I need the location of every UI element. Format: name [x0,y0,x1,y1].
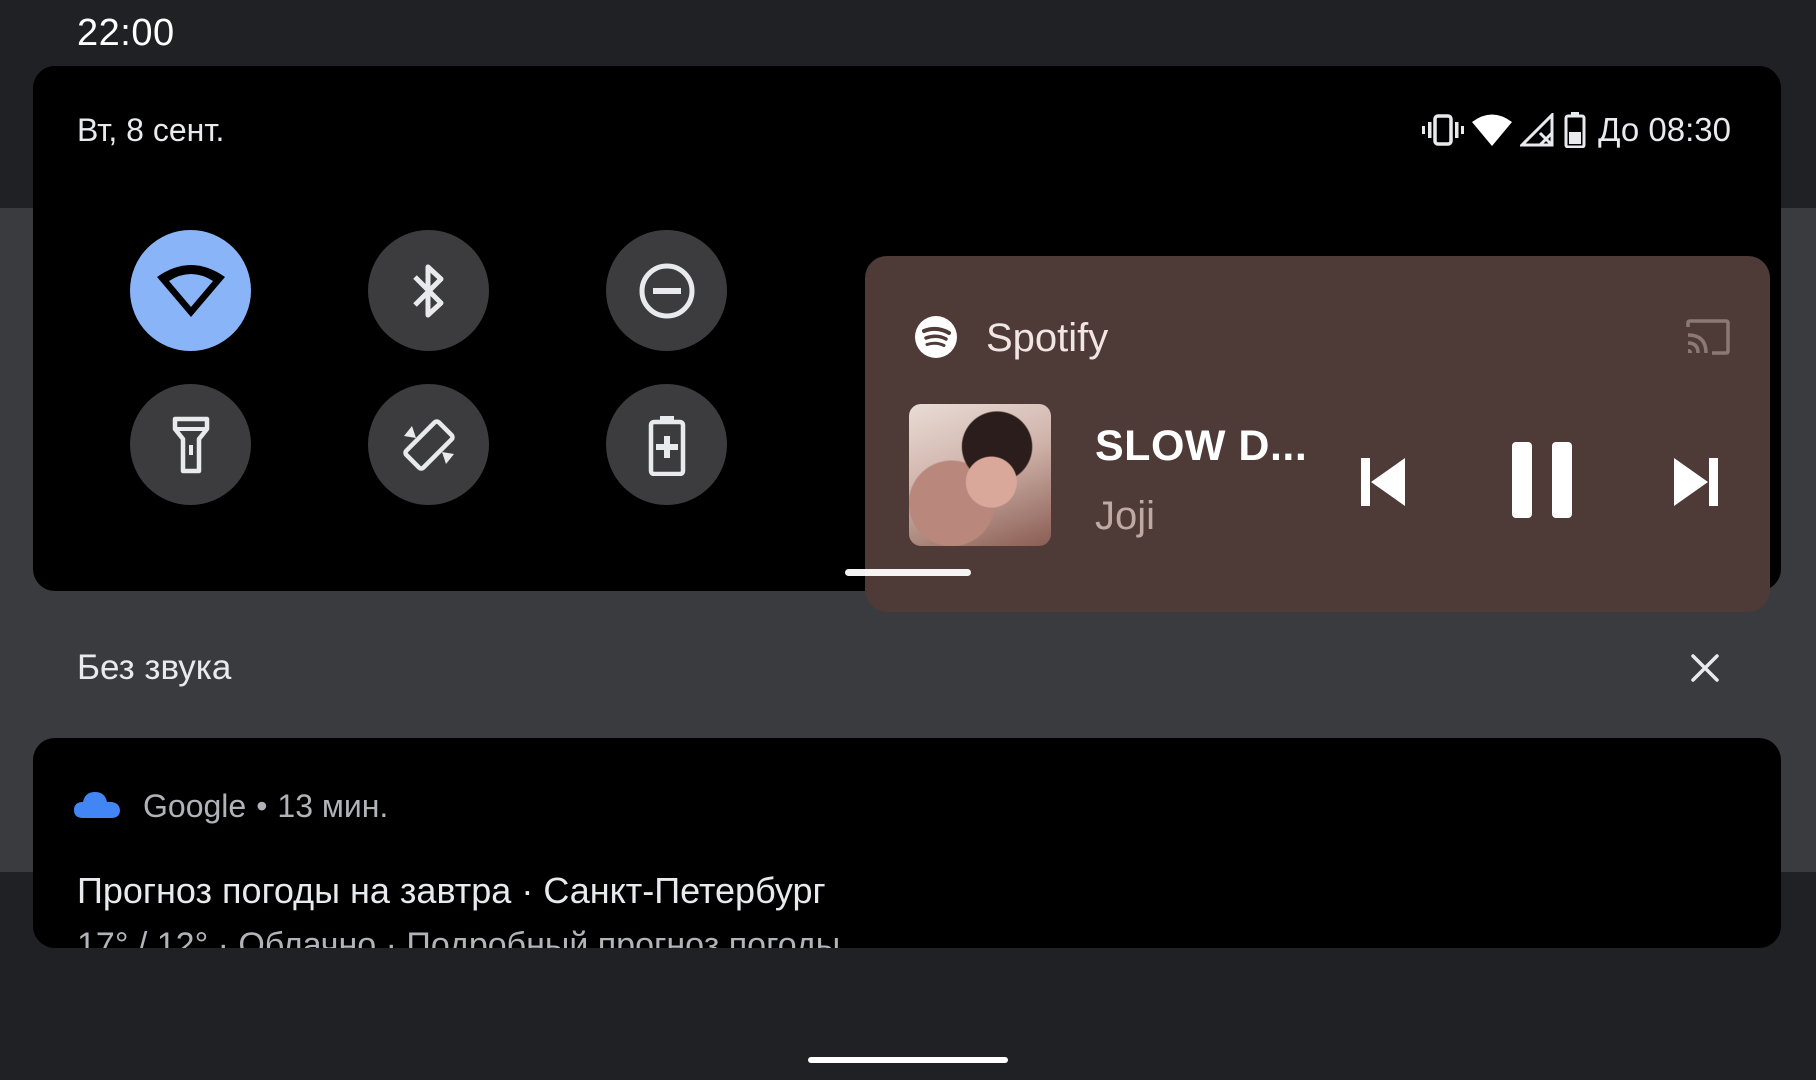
previous-icon [1361,458,1407,512]
album-art [909,404,1051,546]
gesture-navigation-bar[interactable] [808,1057,1008,1063]
bluetooth-tile[interactable] [368,230,489,351]
qs-drag-handle[interactable] [845,569,971,576]
wifi-icon [1472,113,1513,147]
close-icon [1690,654,1720,687]
quick-settings-panel: Вт, 8 сент. До 08:30 Spotify SLOW D... J… [33,66,1781,612]
alarm-until-label: До 08:30 [1598,111,1731,148]
wifi-icon [155,263,227,319]
pause-icon [1512,442,1572,522]
bluetooth-icon [409,261,449,321]
do-not-disturb-tile[interactable] [606,230,727,351]
clear-all-button[interactable] [1690,653,1720,688]
media-app-name: Spotify [986,316,1109,360]
notification-header: Google • 13 мин. [143,788,388,825]
notification-app-name: Google [143,788,247,824]
cloud-icon [73,790,121,825]
track-title: SLOW D... [1095,422,1308,470]
track-artist: Joji [1095,494,1156,538]
notification-title: Прогноз погоды на завтра · Санкт-Петербу… [77,870,826,911]
cellular-no-signal-icon [1520,113,1556,147]
auto-rotate-tile[interactable] [368,384,489,505]
cast-icon[interactable] [1686,319,1730,360]
status-icons: До 08:30 [1422,106,1731,154]
weather-notification[interactable]: Google • 13 мин. Прогноз погоды на завтр… [33,738,1781,948]
vibrate-icon [1422,113,1465,147]
pause-button[interactable] [1512,442,1572,523]
notification-time: 13 мин. [277,788,389,824]
battery-saver-icon [647,414,687,476]
silent-section-header: Без звука [77,648,232,687]
do-not-disturb-icon [638,262,696,320]
flashlight-tile[interactable] [130,384,251,505]
next-button[interactable] [1672,456,1718,513]
flashlight-icon [171,415,211,475]
notification-body: 17° / 12° · Облачно · Подробный прогноз … [77,926,841,948]
auto-rotate-icon [398,414,460,476]
spotify-icon [915,316,957,363]
battery-saver-tile[interactable] [606,384,727,505]
qs-date[interactable]: Вт, 8 сент. [77,112,224,149]
next-icon [1672,458,1718,512]
battery-icon [1564,112,1586,148]
status-bar-clock: 22:00 [77,12,175,54]
wifi-tile[interactable] [130,230,251,351]
media-player-card[interactable]: Spotify SLOW D... Joji [865,256,1770,612]
previous-button[interactable] [1361,456,1407,513]
notification-separator: • [256,788,268,824]
